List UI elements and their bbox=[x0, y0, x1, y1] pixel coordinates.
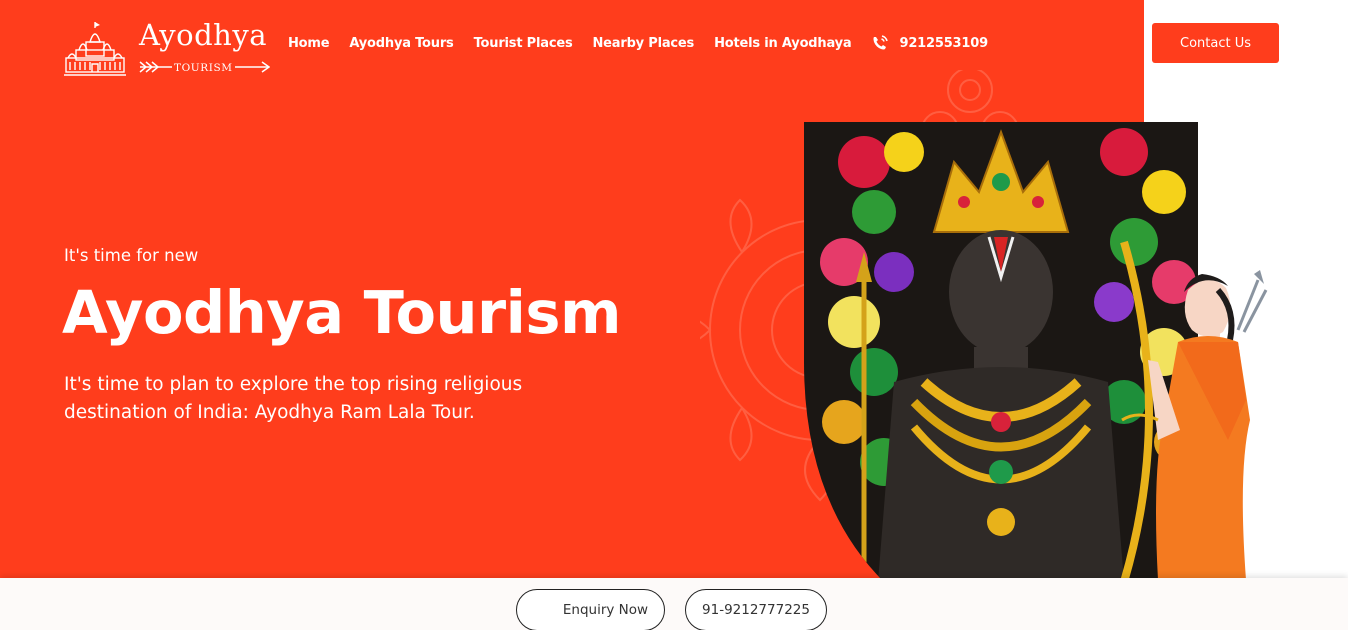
logo-subtitle: TOURISM bbox=[172, 62, 235, 74]
hero-description: It's time to plan to explore the top ris… bbox=[64, 374, 523, 423]
nav-tourist-places-link[interactable]: Tourist Places bbox=[474, 36, 573, 51]
bottom-action-bar: Enquiry Now 91-9212777225 bbox=[0, 578, 1348, 630]
call-phone-button[interactable]: 91-9212777225 bbox=[685, 589, 827, 630]
lord-rama-illustration bbox=[1121, 270, 1268, 580]
nav-ayodhya-tours-link[interactable]: Ayodhya Tours bbox=[349, 36, 453, 51]
nav-hotels-link[interactable]: Hotels in Ayodhaya bbox=[714, 36, 852, 51]
hero-title: Ayodhya Tourism bbox=[62, 278, 621, 347]
nav-phone-number: 9212553109 bbox=[899, 35, 988, 51]
nav-phone-link[interactable]: 9212553109 bbox=[871, 34, 988, 52]
site-logo[interactable]: Ayodhya TOURISM bbox=[64, 18, 274, 80]
hero-eyebrow: It's time for new bbox=[64, 246, 199, 265]
phone-ring-icon bbox=[873, 35, 889, 50]
temple-logo-icon bbox=[64, 22, 126, 76]
logo-title: Ayodhya bbox=[139, 18, 268, 52]
enquiry-now-button[interactable]: Enquiry Now bbox=[516, 589, 665, 630]
main-nav: Home Ayodhya Tours Tourist Places Nearby… bbox=[288, 33, 988, 53]
nav-home-link[interactable]: Home bbox=[288, 36, 330, 51]
contact-us-button[interactable]: Contact Us bbox=[1152, 23, 1279, 63]
nav-nearby-places-link[interactable]: Nearby Places bbox=[592, 36, 694, 51]
